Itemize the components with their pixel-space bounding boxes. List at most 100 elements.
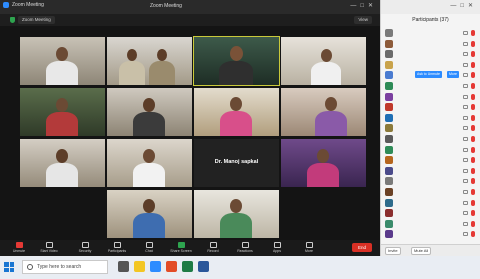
video-tile[interactable] <box>194 190 279 238</box>
microphone-muted-icon <box>471 104 475 111</box>
zoom-app-icon[interactable] <box>150 261 161 272</box>
camera-icon <box>463 115 468 120</box>
video-tile[interactable] <box>20 88 105 136</box>
video-tile[interactable] <box>20 37 105 85</box>
meeting-controls-bar: Unmute Start Video Security Participants… <box>0 240 380 256</box>
participant-row[interactable] <box>385 155 477 165</box>
video-tile[interactable] <box>107 190 192 238</box>
task-view-icon[interactable] <box>118 261 129 272</box>
window-controls[interactable]: —□✕ <box>350 2 377 9</box>
microphone-muted-icon <box>471 83 475 89</box>
avatar <box>385 198 393 207</box>
panel-footer: Invite Mute All <box>381 244 480 256</box>
camera-icon <box>463 190 468 194</box>
meeting-info-chip[interactable]: Zoom Meeting <box>18 16 55 24</box>
participant-row[interactable] <box>385 81 477 91</box>
microphone-muted-icon <box>471 136 475 142</box>
participants-panel: —□✕ Participants (37) Ask to Unmute More … <box>380 0 480 256</box>
taskbar-search[interactable]: Type here to search <box>22 260 108 274</box>
chat-icon <box>145 242 153 248</box>
word-icon[interactable] <box>198 261 209 272</box>
chat-button[interactable]: Chat <box>134 242 164 253</box>
participant-row[interactable] <box>385 123 477 133</box>
window-controls[interactable]: —□✕ <box>450 2 477 9</box>
participant-row[interactable] <box>385 102 477 112</box>
windows-taskbar: Type here to search <box>0 256 480 279</box>
record-button[interactable]: Record <box>198 242 228 253</box>
invite-button[interactable]: Invite <box>385 247 401 255</box>
camera-icon <box>463 232 468 237</box>
title-bar: Zoom Meeting Zoom Meeting —□✕ <box>0 0 380 14</box>
avatar <box>385 156 393 165</box>
microphone-muted-icon <box>471 93 475 100</box>
video-tile-no-video[interactable]: Dr. Manoj sapkal <box>194 139 279 187</box>
camera-icon <box>463 158 468 163</box>
avatar <box>385 39 393 48</box>
camera-icon <box>463 94 468 99</box>
video-tile[interactable] <box>107 88 192 136</box>
video-tile-active-speaker[interactable] <box>193 36 280 86</box>
microphone-muted-icon <box>471 125 475 132</box>
camera-icon <box>463 52 468 57</box>
share-screen-button[interactable]: Share Screen <box>166 242 196 253</box>
video-tile[interactable] <box>194 88 279 136</box>
browser-icon[interactable] <box>166 261 177 272</box>
avatar <box>385 92 393 101</box>
participant-row[interactable] <box>385 39 477 49</box>
microphone-muted-icon <box>471 61 475 68</box>
participants-button[interactable]: Participants <box>102 242 132 253</box>
shield-icon[interactable] <box>10 17 15 23</box>
apps-button[interactable]: Apps <box>262 242 292 253</box>
participant-row[interactable]: Ask to Unmute More <box>385 70 477 80</box>
camera-icon <box>463 105 468 110</box>
participant-row[interactable] <box>385 219 477 229</box>
video-tile[interactable] <box>20 139 105 187</box>
mute-all-button[interactable]: Mute All <box>411 247 432 255</box>
file-explorer-icon[interactable] <box>134 261 145 272</box>
end-meeting-button[interactable]: End <box>352 243 372 252</box>
panel-title-bar: —□✕ <box>381 0 480 14</box>
participant-row[interactable] <box>385 113 477 123</box>
participant-row[interactable] <box>385 145 477 155</box>
ask-to-unmute-button[interactable]: Ask to Unmute <box>415 71 442 79</box>
participant-row[interactable] <box>385 187 477 197</box>
video-tile[interactable] <box>281 88 366 136</box>
video-tile[interactable] <box>281 139 366 187</box>
app-title-group: Zoom Meeting <box>3 2 44 8</box>
participant-row[interactable] <box>385 92 477 102</box>
participant-row[interactable] <box>385 176 477 186</box>
windows-start-icon[interactable] <box>4 262 14 272</box>
participant-row[interactable] <box>385 208 477 218</box>
participants-title: Participants (37) <box>412 17 449 23</box>
participant-row[interactable] <box>385 134 477 144</box>
video-tile[interactable] <box>107 139 192 187</box>
camera-icon <box>463 200 468 205</box>
participant-row[interactable] <box>385 49 477 59</box>
camera-icon <box>463 168 468 173</box>
microphone-muted-icon <box>471 167 475 174</box>
unmute-button[interactable]: Unmute <box>4 242 34 253</box>
view-button[interactable]: View <box>354 16 372 24</box>
video-button[interactable]: Start Video <box>34 242 64 253</box>
excel-icon[interactable] <box>182 261 193 272</box>
participant-more-button[interactable]: More <box>447 71 459 79</box>
more-button[interactable]: More <box>294 242 324 253</box>
participant-row[interactable] <box>385 198 477 208</box>
participant-row[interactable] <box>385 60 477 70</box>
avatar <box>385 60 393 69</box>
microphone-muted-icon <box>471 189 475 195</box>
participant-row[interactable] <box>385 229 477 239</box>
camera-icon <box>463 31 468 35</box>
microphone-muted-icon <box>471 231 475 238</box>
zoom-window: Zoom Meeting Zoom Meeting —□✕ Zoom Meeti… <box>0 0 380 256</box>
microphone-muted-icon <box>471 30 475 36</box>
app-title: Zoom Meeting <box>12 2 44 8</box>
participant-row[interactable] <box>385 166 477 176</box>
avatar <box>385 113 393 122</box>
reactions-button[interactable]: Reactions <box>230 242 260 253</box>
security-button[interactable]: Security <box>70 242 100 253</box>
video-tile[interactable] <box>281 37 366 85</box>
camera-icon <box>463 41 468 46</box>
video-tile[interactable] <box>107 37 192 85</box>
participant-row[interactable] <box>385 28 477 38</box>
